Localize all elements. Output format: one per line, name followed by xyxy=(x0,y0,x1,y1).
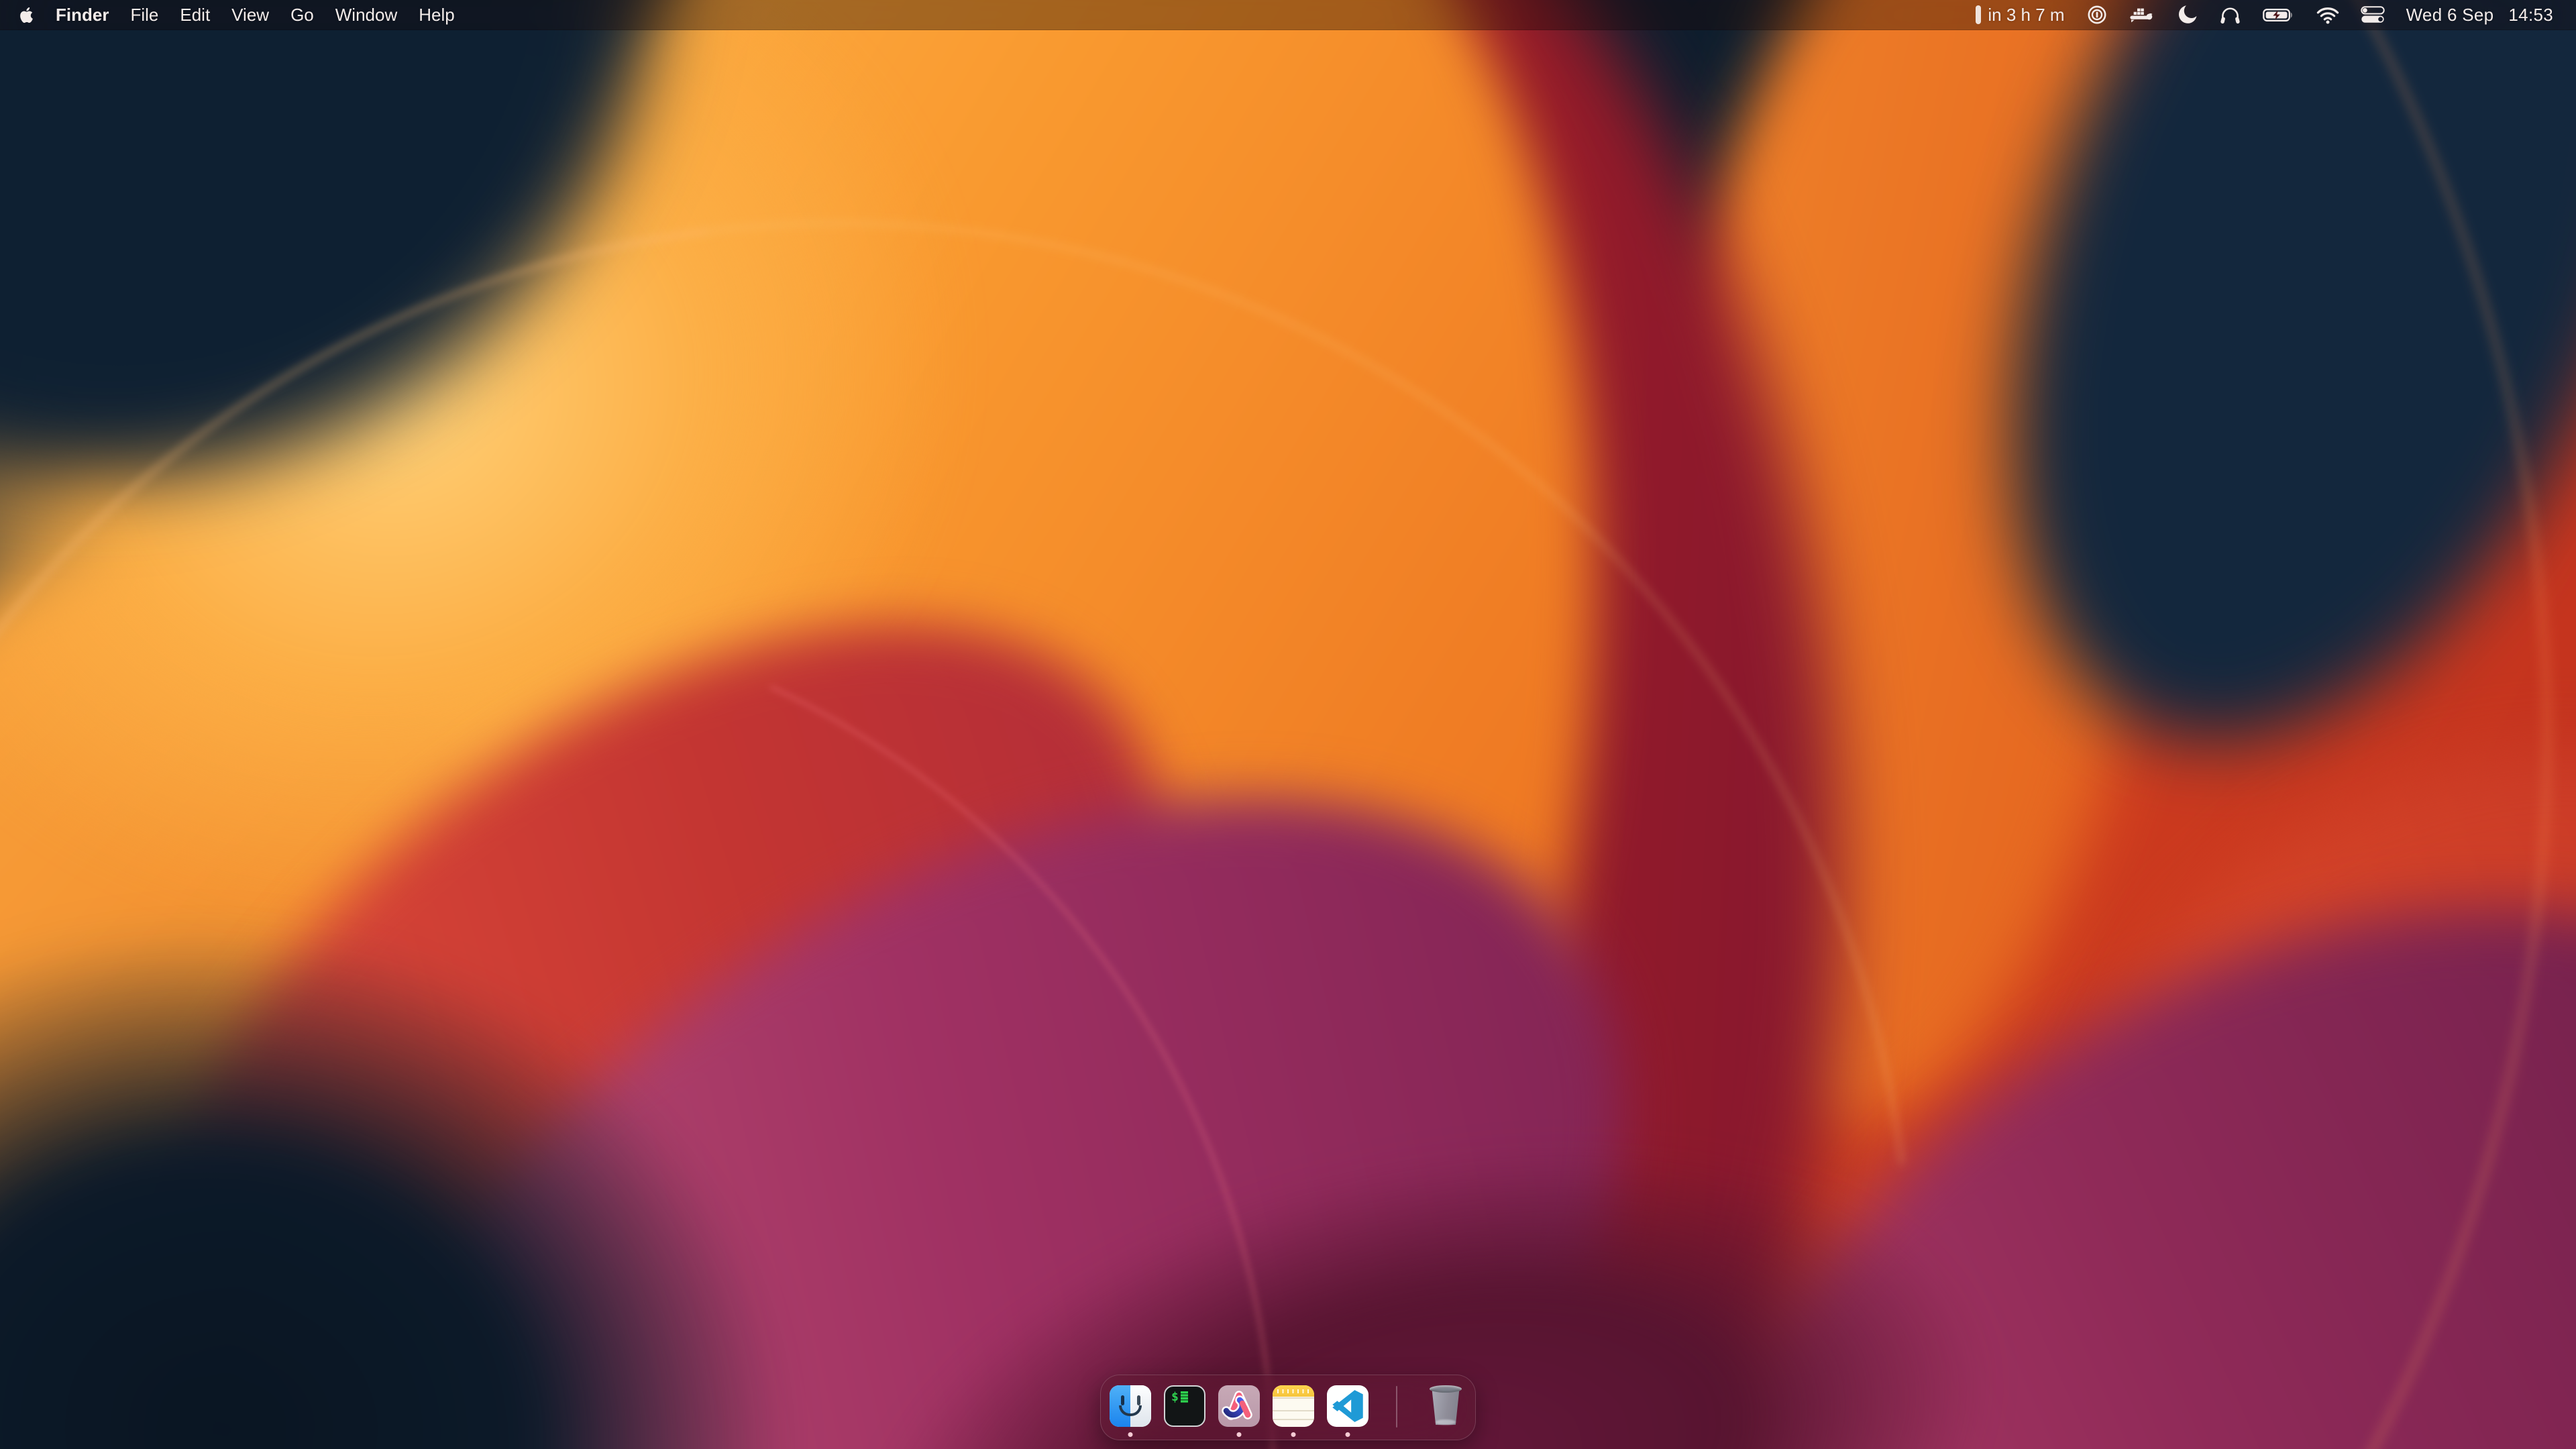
apple-logo-icon xyxy=(19,6,34,24)
menu-bar-left: Finder File Edit View Go Window Help xyxy=(19,5,455,25)
running-indicator xyxy=(1128,1432,1133,1437)
timer-label: in 3 h 7 m xyxy=(1988,5,2064,25)
menu-bar: Finder File Edit View Go Window Help in … xyxy=(0,0,2576,30)
menu-bar-status: in 3 h 7 m xyxy=(1976,4,2553,26)
menu-view[interactable]: View xyxy=(231,5,269,25)
running-indicator xyxy=(1346,1432,1350,1437)
vscode-icon xyxy=(1327,1385,1368,1427)
wifi-icon xyxy=(2316,6,2339,24)
arc-logo xyxy=(1218,1385,1260,1427)
notes-paper xyxy=(1273,1397,1314,1427)
headphones-icon xyxy=(2219,4,2241,26)
dock-item-trash[interactable] xyxy=(1425,1375,1466,1441)
terminal-icon: $ xyxy=(1164,1385,1205,1427)
menu-bar-clock[interactable]: Wed 6 Sep 14:53 xyxy=(2406,5,2553,25)
status-docker[interactable] xyxy=(2129,5,2155,25)
terminal-prompt: $ xyxy=(1171,1391,1179,1403)
trash-glint xyxy=(1436,1419,1456,1425)
status-battery[interactable] xyxy=(2263,7,2295,23)
status-focus[interactable] xyxy=(2176,4,2198,25)
dock-item-notes[interactable] xyxy=(1273,1375,1314,1441)
finder-eye xyxy=(1121,1395,1124,1405)
menu-help[interactable]: Help xyxy=(419,5,454,25)
trash-rim xyxy=(1430,1385,1462,1393)
finder-eye xyxy=(1137,1395,1140,1405)
running-indicator xyxy=(1291,1432,1296,1437)
docker-icon xyxy=(2129,5,2155,25)
vscode-logo xyxy=(1327,1385,1368,1427)
clock-date: Wed 6 Sep xyxy=(2406,5,2494,25)
trash-icon xyxy=(1425,1385,1466,1427)
terminal-prompt-row: $ xyxy=(1171,1391,1188,1403)
dock-item-terminal[interactable]: $ xyxy=(1164,1375,1205,1441)
running-indicator xyxy=(1237,1432,1242,1437)
status-headphones[interactable] xyxy=(2219,4,2241,26)
menu-finder[interactable]: Finder xyxy=(56,5,109,25)
dock-panel: $ xyxy=(1100,1375,1476,1440)
dock-item-arc[interactable] xyxy=(1218,1375,1260,1441)
status-timer[interactable]: in 3 h 7 m xyxy=(1976,5,2064,25)
finder-icon xyxy=(1110,1385,1151,1427)
wallpaper-ventura xyxy=(0,0,2576,1449)
arc-browser-icon xyxy=(1218,1385,1260,1427)
dock: $ xyxy=(0,1375,2576,1440)
clock-time: 14:53 xyxy=(2508,5,2553,25)
dock-item-vscode[interactable] xyxy=(1327,1375,1368,1441)
menu-edit[interactable]: Edit xyxy=(180,5,210,25)
timer-bar-icon xyxy=(1976,5,1981,24)
menu-go[interactable]: Go xyxy=(290,5,314,25)
apple-menu[interactable] xyxy=(19,6,34,24)
dock-item-finder[interactable] xyxy=(1110,1375,1151,1441)
dock-separator xyxy=(1396,1386,1397,1428)
status-one-password[interactable] xyxy=(2086,4,2108,25)
notes-icon xyxy=(1273,1385,1314,1427)
battery-charging-icon xyxy=(2263,7,2295,23)
terminal-cursor xyxy=(1181,1391,1188,1403)
one-password-icon xyxy=(2086,4,2108,25)
notes-binding-ticks xyxy=(1277,1389,1309,1393)
status-control-center[interactable] xyxy=(2361,6,2385,23)
desktop: Finder File Edit View Go Window Help in … xyxy=(0,0,2576,1449)
status-wifi[interactable] xyxy=(2316,6,2339,24)
menu-file[interactable]: File xyxy=(130,5,158,25)
focus-moon-icon xyxy=(2176,4,2198,25)
menu-window[interactable]: Window xyxy=(335,5,397,25)
control-center-icon xyxy=(2361,6,2385,23)
